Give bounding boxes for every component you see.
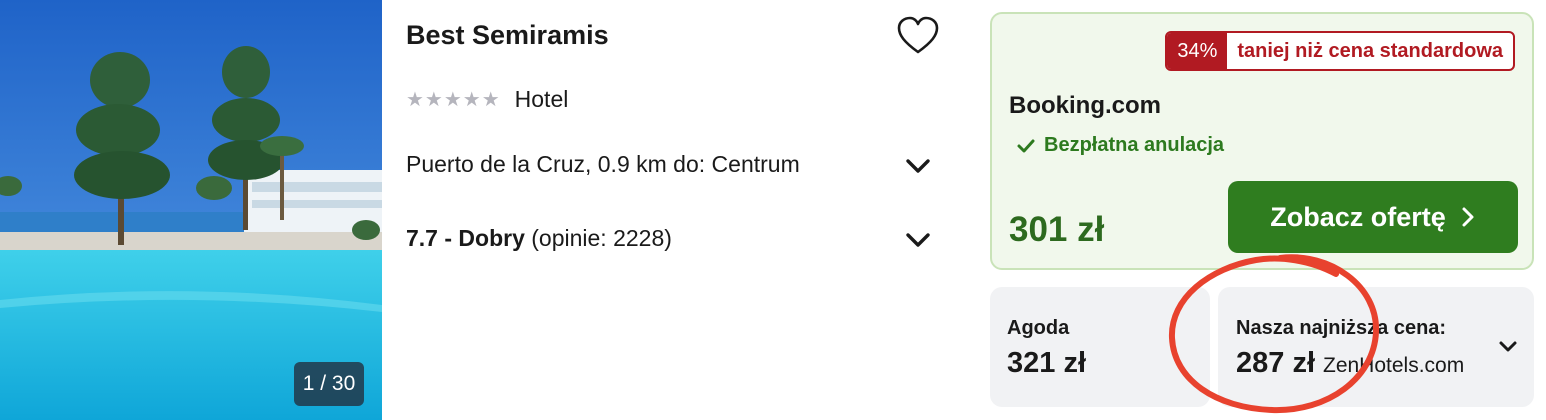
heart-icon (897, 16, 939, 54)
hotel-result-card: 1 / 30 Best Semiramis ★★★★★ Hotel Puerto… (0, 0, 1546, 420)
lowest-price-label: Nasza najniższa cena: (1236, 317, 1447, 339)
view-offer-label: Zobacz ofertę (1270, 201, 1446, 232)
discount-text: taniej niż cena standardowa (1237, 39, 1503, 62)
deal-price: 301 zł (1009, 210, 1105, 249)
hotel-type: Hotel (514, 86, 569, 112)
more-offers-expand-button[interactable] (1494, 333, 1522, 361)
hotel-photo-image (0, 0, 382, 420)
offer-card-agoda[interactable]: Agoda 321 zł (990, 287, 1210, 407)
chevron-right-icon (1462, 207, 1474, 227)
discount-badge: 34% taniej niż cena standardowa (1165, 31, 1515, 71)
free-cancellation: Bezpłatna anulacja (1016, 134, 1224, 157)
rating-reviews: (opinie: 2228) (531, 225, 672, 251)
star-rating: ★★★★★ (406, 89, 501, 111)
hotel-location: Puerto de la Cruz, 0.9 km do: Centrum (406, 151, 800, 177)
lowest-price-row: 287 zł ZenHotels.com (1236, 347, 1464, 380)
chevron-down-icon (1499, 341, 1517, 352)
offer-price: 321 zł (1007, 347, 1086, 379)
offer-provider: ZenHotels.com (1323, 354, 1465, 377)
rating-expand-button[interactable] (900, 222, 936, 258)
rating-score: 7.7 - Dobry (406, 225, 525, 251)
check-icon (1017, 139, 1035, 152)
hotel-rating: 7.7 - Dobry (opinie: 2228) (406, 225, 672, 252)
offer-provider: Agoda (1007, 317, 1070, 339)
best-deal-box[interactable]: 34% taniej niż cena standardowa Booking.… (990, 12, 1534, 270)
chevron-down-icon (906, 159, 930, 173)
chevron-down-icon (906, 233, 930, 247)
hotel-photo[interactable]: 1 / 30 (0, 0, 382, 420)
offer-price: 287 zł (1236, 347, 1315, 379)
offer-card-lowest-price[interactable]: Nasza najniższa cena: 287 zł ZenHotels.c… (1218, 287, 1534, 407)
hotel-class: ★★★★★ Hotel (406, 86, 568, 113)
location-expand-button[interactable] (900, 148, 936, 184)
view-offer-button[interactable]: Zobacz ofertę (1228, 181, 1518, 253)
hotel-name[interactable]: Best Semiramis (406, 20, 609, 51)
discount-percent: 34% (1167, 33, 1228, 69)
photo-counter: 1 / 30 (294, 362, 364, 406)
favorite-button[interactable] (894, 14, 942, 58)
deal-provider: Booking.com (1009, 92, 1162, 119)
cancellation-label: Bezpłatna anulacja (1044, 134, 1225, 156)
